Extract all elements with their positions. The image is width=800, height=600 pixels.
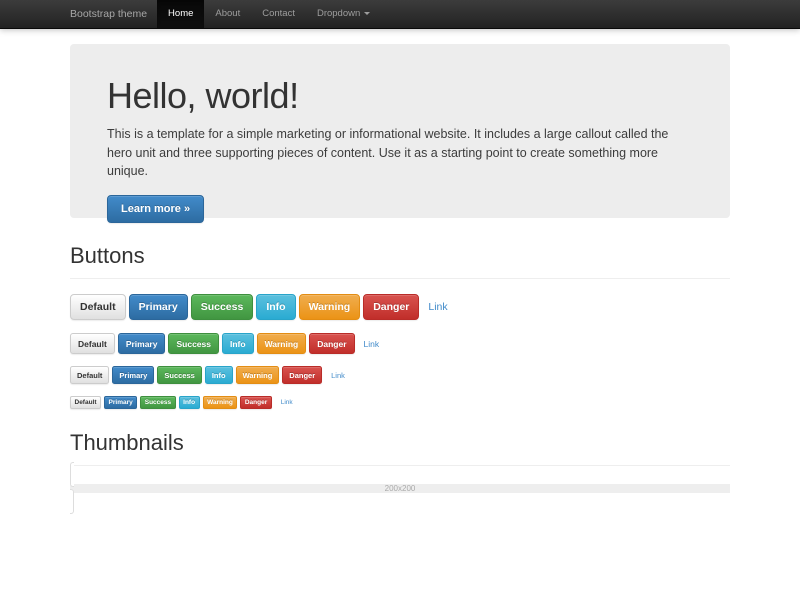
- info-button-xs[interactable]: Info: [179, 396, 200, 409]
- success-button-xs[interactable]: Success: [140, 396, 175, 409]
- thumbnail-item[interactable]: 200x200: [70, 462, 730, 514]
- placeholder-image: 200x200: [70, 484, 730, 493]
- primary-button-sm[interactable]: Primary: [112, 366, 154, 384]
- button-row-large: Default Primary Success Info Warning Dan…: [70, 294, 730, 320]
- success-button-sm[interactable]: Success: [157, 366, 201, 384]
- info-button-md[interactable]: Info: [222, 333, 254, 354]
- navbar-brand[interactable]: Bootstrap theme: [70, 0, 157, 28]
- default-button-lg[interactable]: Default: [70, 294, 126, 320]
- nav-item-dropdown[interactable]: Dropdown: [306, 0, 381, 28]
- link-button-sm[interactable]: Link: [331, 371, 345, 380]
- link-button-xs[interactable]: Link: [281, 399, 293, 406]
- button-row-extra-small: Default Primary Success Info Warning Dan…: [70, 396, 730, 409]
- primary-button-xs[interactable]: Primary: [104, 396, 137, 409]
- primary-button-lg[interactable]: Primary: [129, 294, 188, 320]
- hero-description: This is a template for a simple marketin…: [107, 125, 694, 181]
- learn-more-button[interactable]: Learn more »: [107, 195, 204, 223]
- caret-down-icon: [364, 12, 370, 15]
- warning-button-sm[interactable]: Warning: [236, 366, 280, 384]
- warning-button-md[interactable]: Warning: [257, 333, 307, 354]
- thumbnails-section-title: Thumbnails: [70, 430, 730, 456]
- success-button-md[interactable]: Success: [168, 333, 219, 354]
- info-button-lg[interactable]: Info: [256, 294, 295, 320]
- nav-item-home[interactable]: Home: [157, 0, 204, 28]
- danger-button-lg[interactable]: Danger: [363, 294, 419, 320]
- danger-button-xs[interactable]: Danger: [240, 396, 271, 409]
- info-button-sm[interactable]: Info: [205, 366, 233, 384]
- link-button-lg[interactable]: Link: [428, 301, 447, 313]
- button-row-small: Default Primary Success Info Warning Dan…: [70, 366, 730, 384]
- buttons-section-title: Buttons: [70, 243, 730, 269]
- link-button-md[interactable]: Link: [364, 339, 380, 349]
- navbar-nav: Home About Contact Dropdown: [157, 0, 381, 28]
- button-row-default: Default Primary Success Info Warning Dan…: [70, 333, 730, 354]
- navbar: Bootstrap theme Home About Contact Dropd…: [0, 0, 800, 29]
- hero-unit: Hello, world! This is a template for a s…: [70, 44, 730, 218]
- danger-button-sm[interactable]: Danger: [282, 366, 322, 384]
- hero-title: Hello, world!: [107, 78, 694, 114]
- thumbnails-section-header: Thumbnails: [70, 430, 730, 466]
- nav-item-contact[interactable]: Contact: [251, 0, 306, 28]
- warning-button-xs[interactable]: Warning: [203, 396, 238, 409]
- buttons-section-header: Buttons: [70, 243, 730, 279]
- danger-button-md[interactable]: Danger: [309, 333, 354, 354]
- nav-item-about[interactable]: About: [204, 0, 251, 28]
- primary-button-md[interactable]: Primary: [118, 333, 166, 354]
- warning-button-lg[interactable]: Warning: [299, 294, 361, 320]
- nav-item-dropdown-label: Dropdown: [317, 8, 360, 19]
- default-button-md[interactable]: Default: [70, 333, 115, 354]
- default-button-sm[interactable]: Default: [70, 366, 109, 384]
- success-button-lg[interactable]: Success: [191, 294, 254, 320]
- default-button-xs[interactable]: Default: [70, 396, 101, 409]
